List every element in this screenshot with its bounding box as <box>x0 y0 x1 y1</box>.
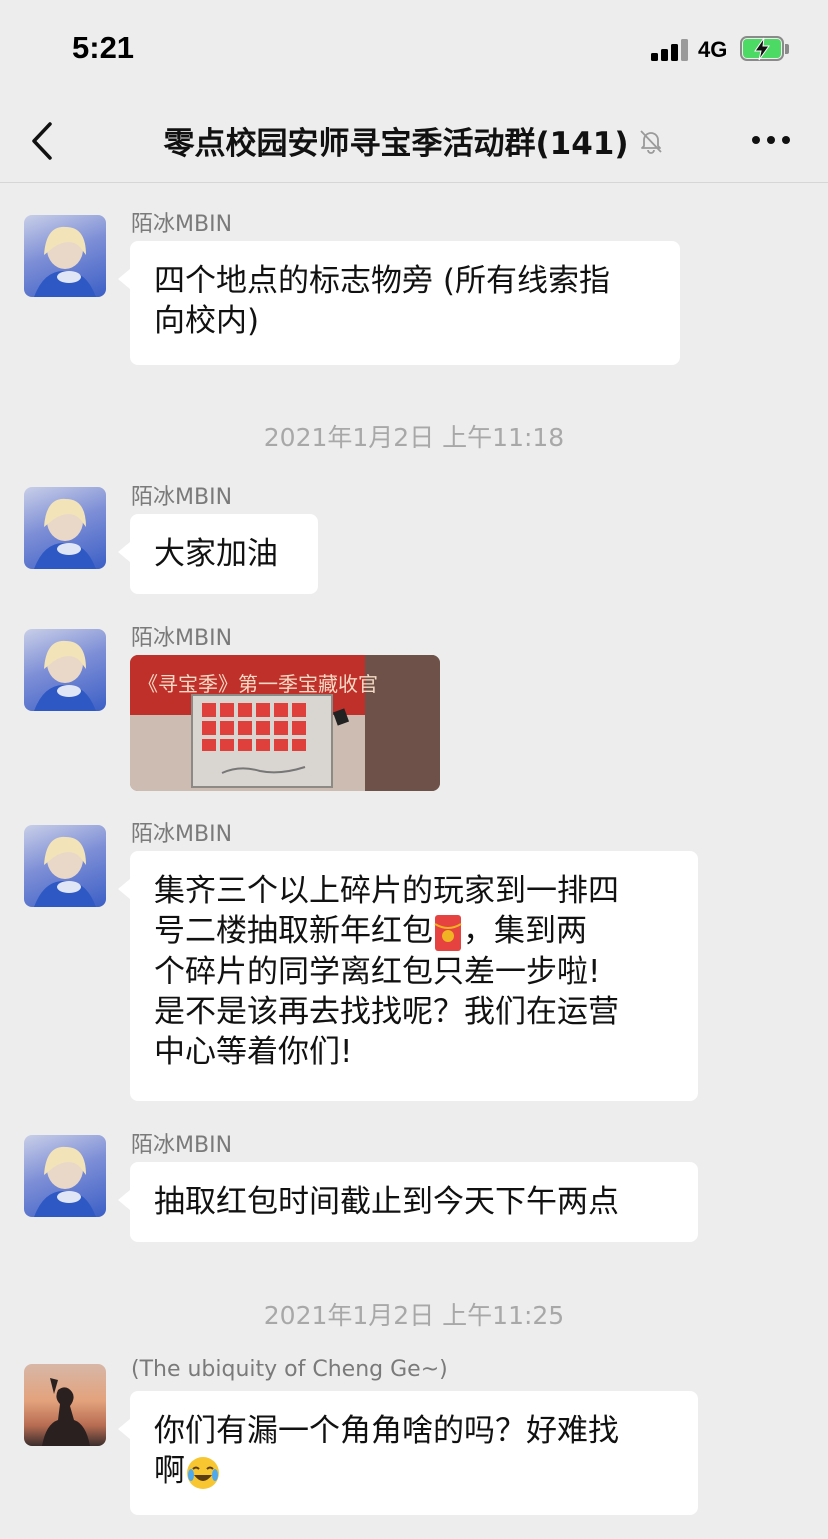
message-text-line: 四个地点的标志物旁 (所有线索指 <box>154 263 610 299</box>
muted-bell-icon <box>639 129 662 154</box>
battery-charging-icon <box>740 36 790 63</box>
message-text-line: 中心等着你们! <box>154 1033 353 1070</box>
status-time: 5:21 <box>72 30 135 65</box>
sender-name: 陌冰MBIN <box>131 212 233 237</box>
timestamp-separator: 2021年1月2日 上午11:18 <box>263 423 565 452</box>
group-name: 零点校园安师寻宝季活动群(141) <box>163 126 629 162</box>
message-text: 大家加油 <box>154 536 278 572</box>
sender-name: 陌冰MBIN <box>131 1133 233 1158</box>
message-bubble[interactable]: 集齐三个以上碎片的玩家到一排四 号二楼抽取新年红包 ，集到两 个碎片的同学离红包只… <box>118 851 698 1101</box>
message-text: 抽取红包时间截止到今天下午两点 <box>154 1184 619 1220</box>
message-bubble[interactable]: 大家加油 <box>118 514 318 594</box>
signal-icon <box>651 39 691 61</box>
message-text-line: 个碎片的同学离红包只差一步啦! <box>154 953 601 990</box>
sender-name: 陌冰MBIN <box>131 626 233 651</box>
sender-name: 陌冰MBIN <box>131 822 233 847</box>
sender-name: (The ubiquity of Cheng Ge~) <box>131 1357 448 1382</box>
status-bar: 5:21 4G <box>0 0 828 100</box>
message-text-line: 是不是该再去找找呢？我们在运营 <box>154 993 619 1030</box>
message-bubble[interactable]: 四个地点的标志物旁 (所有线索指 向校内) <box>118 241 680 365</box>
message-text-line: 啊 <box>154 1451 674 1491</box>
image-message[interactable]: 《寻宝季》第一季宝藏收官 <box>130 655 440 791</box>
avatar[interactable] <box>24 1364 106 1446</box>
network-type: 4G <box>698 37 728 62</box>
more-options-icon[interactable] <box>752 136 792 146</box>
avatar[interactable] <box>24 825 106 907</box>
chat-title: 零点校园安师寻宝季活动群(141) <box>0 118 828 163</box>
avatar[interactable] <box>24 215 106 297</box>
message-text-line: 集齐三个以上碎片的玩家到一排四 <box>154 873 619 909</box>
avatar[interactable] <box>24 487 106 569</box>
banner-text: 《寻宝季》第一季宝藏收官 <box>138 672 378 696</box>
message-text-line: 向校内) <box>154 303 260 339</box>
message-text-line: 你们有漏一个角角啥的吗？好难找 <box>154 1413 619 1449</box>
timestamp-separator: 2021年1月2日 上午11:25 <box>263 1301 565 1330</box>
avatar[interactable] <box>24 629 106 711</box>
message-bubble[interactable]: 你们有漏一个角角啥的吗？好难找 啊 <box>118 1391 698 1515</box>
sender-name: 陌冰MBIN <box>131 485 233 510</box>
chat-header: 零点校园安师寻宝季活动群(141) <box>0 100 828 183</box>
crying-laughing-emoji-icon <box>187 1456 219 1489</box>
avatar[interactable] <box>24 1135 106 1217</box>
message-bubble[interactable]: 抽取红包时间截止到今天下午两点 <box>118 1162 698 1242</box>
red-envelope-icon <box>434 914 462 951</box>
message-text-line: 号二楼抽取新年红包 ，集到两 <box>154 911 674 952</box>
